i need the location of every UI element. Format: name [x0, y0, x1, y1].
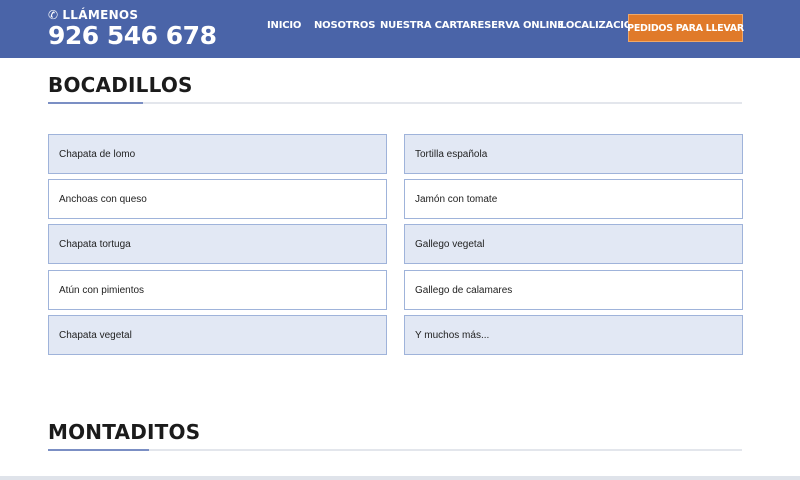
nav-item-nuestra-carta[interactable]: NUESTRA CARTA — [380, 20, 470, 31]
menu-item: Gallego de calamares — [404, 270, 743, 310]
menu-item: Tortilla española — [404, 134, 743, 174]
bottom-edge-strip — [0, 476, 800, 480]
nav-item-inicio[interactable]: INICIO — [267, 20, 301, 31]
section-divider — [48, 102, 742, 104]
section-divider-accent — [48, 449, 149, 451]
nav-item-reserva-online[interactable]: RESERVA ONLINE — [470, 20, 564, 31]
section-title-bocadillos: BOCADILLOS — [48, 73, 193, 97]
menu-item: Anchoas con queso — [48, 179, 387, 219]
top-header-bar: ✆ LLÁMENOS 926 546 678 INICIO NOSOTROS N… — [0, 0, 800, 58]
section-divider-accent — [48, 102, 143, 104]
menu-item: Jamón con tomate — [404, 179, 743, 219]
takeaway-orders-button[interactable]: PEDIDOS PARA LLEVAR — [627, 14, 744, 42]
menu-item: Chapata de lomo — [48, 134, 387, 174]
menu-item: Chapata tortuga — [48, 224, 387, 264]
menu-item: Atún con pimientos — [48, 270, 387, 310]
menu-item: Gallego vegetal — [404, 224, 743, 264]
section-title-montaditos: MONTADITOS — [48, 420, 201, 444]
main-navigation: INICIO NOSOTROS NUESTRA CARTA RESERVA ON… — [0, 0, 800, 58]
section-divider — [48, 449, 742, 451]
menu-item: Y muchos más... — [404, 315, 743, 355]
nav-item-nosotros[interactable]: NOSOTROS — [314, 20, 375, 31]
menu-item: Chapata vegetal — [48, 315, 387, 355]
